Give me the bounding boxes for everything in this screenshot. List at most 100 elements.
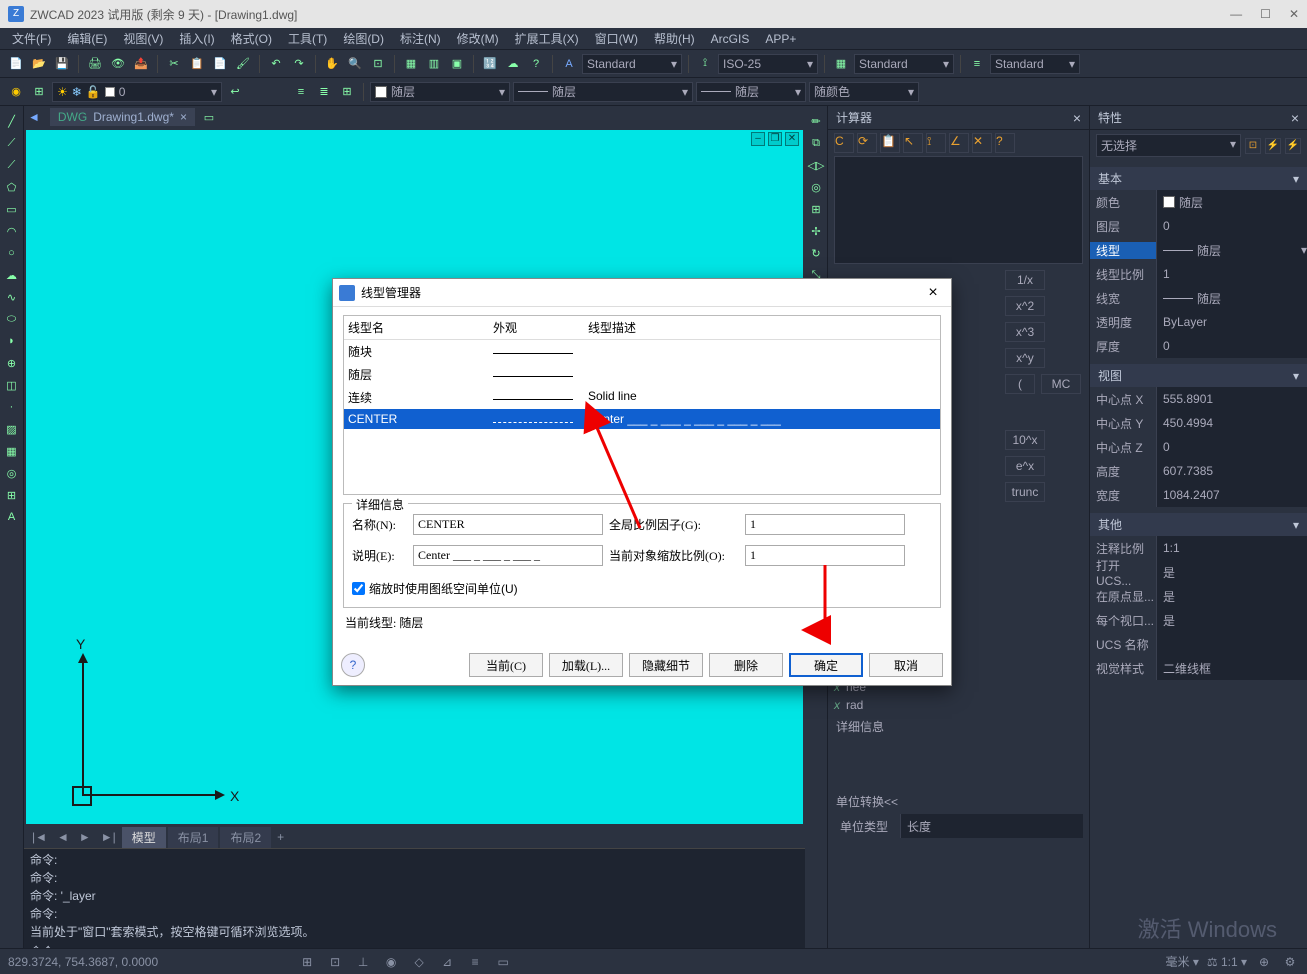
cut-icon[interactable]: ✂ (164, 54, 184, 74)
menu-app[interactable]: APP+ (765, 32, 796, 46)
doc-close-icon[interactable]: ✕ (785, 132, 799, 146)
tool-icon[interactable]: ▣ (447, 54, 467, 74)
calc-key-inv[interactable]: 1/x (1005, 270, 1045, 290)
unit-conv-header[interactable]: 单位转换<< (828, 789, 1089, 814)
delete-button[interactable]: 删除 (709, 653, 783, 677)
align3-icon[interactable]: ⊞ (337, 82, 357, 102)
color-select[interactable]: 随层▾ (370, 82, 510, 102)
minimize-button[interactable]: — (1230, 7, 1242, 21)
polygon-icon[interactable]: ⬠ (2, 177, 22, 197)
layer-select[interactable]: ☀❄🔓 0▾ (52, 82, 222, 102)
design-icon[interactable]: ▥ (424, 54, 444, 74)
calc-clear-icon[interactable]: C (834, 133, 854, 153)
dimstyle-icon[interactable]: ⟟ (695, 54, 715, 74)
menu-help[interactable]: 帮助(H) (654, 30, 695, 47)
linetype-list[interactable]: 线型名 外观 线型描述 随块 随层 连续Solid line CENTERCen… (343, 315, 941, 495)
calc-angle-icon[interactable]: ∠ (949, 133, 969, 153)
tablestyle-icon[interactable]: ▦ (831, 54, 851, 74)
menu-tools[interactable]: 工具(T) (288, 30, 327, 47)
polar-icon[interactable]: ◉ (382, 953, 400, 971)
spline-icon[interactable]: ∿ (2, 287, 22, 307)
grid-icon[interactable]: ⊞ (298, 953, 316, 971)
linetype-select[interactable]: 随层▾ (513, 82, 693, 102)
revcloud-icon[interactable]: ☁ (2, 265, 22, 285)
name-input[interactable] (413, 514, 603, 535)
pan-icon[interactable]: ✋ (322, 54, 342, 74)
paste-icon[interactable]: 📄 (210, 54, 230, 74)
scale-label[interactable]: ⚖ 1:1 ▾ (1207, 955, 1247, 969)
calc-key-mc[interactable]: MC (1041, 374, 1081, 394)
open-icon[interactable]: 📂 (29, 54, 49, 74)
ok-button[interactable]: 确定 (789, 653, 863, 677)
doc-tab-close[interactable]: × (180, 110, 187, 124)
calc-key-paren[interactable]: ( (1005, 374, 1035, 394)
layer-state-icon[interactable]: ⊞ (29, 82, 49, 102)
list-row[interactable]: 随块 (344, 340, 940, 363)
insert-icon[interactable]: ⊕ (2, 353, 22, 373)
vtab-prev-icon[interactable]: ◄ (53, 830, 73, 844)
textstyle-icon[interactable]: A (559, 54, 579, 74)
circle-icon[interactable]: ○ (2, 243, 22, 263)
current-button[interactable]: 当前(C) (469, 653, 543, 677)
align2-icon[interactable]: ≣ (314, 82, 334, 102)
redo-icon[interactable]: ↷ (289, 54, 309, 74)
tab-layout1[interactable]: 布局1 (168, 827, 219, 848)
calc-key-pow[interactable]: x^y (1005, 348, 1045, 368)
block-icon[interactable]: ◫ (2, 375, 22, 395)
dialog-close-icon[interactable]: × (921, 284, 945, 302)
calc-hist-icon[interactable]: ⟳ (857, 133, 877, 153)
menu-draw[interactable]: 绘图(D) (343, 30, 384, 47)
calc-dist-icon[interactable]: ⟟ (926, 133, 946, 153)
mlstyle-select[interactable]: Standard▾ (990, 54, 1080, 74)
doc-restore-icon[interactable]: ❐ (768, 132, 782, 146)
ellipse-icon[interactable]: ⬭ (2, 309, 22, 329)
offset-icon[interactable]: ◎ (806, 177, 826, 197)
osnap-icon[interactable]: ◇ (410, 953, 428, 971)
menu-file[interactable]: 文件(F) (12, 30, 51, 47)
props-pick-icon[interactable]: ⊡ (1245, 138, 1261, 154)
zoom-ext-icon[interactable]: ⊡ (368, 54, 388, 74)
vtab-last-icon[interactable]: ►| (97, 830, 120, 844)
props-select[interactable]: 无选择▾ (1096, 134, 1241, 157)
command-area[interactable]: 命令: 命令: 命令: '_layer 命令: 当前处于"窗口"套索模式，按空格… (24, 848, 805, 956)
move-icon[interactable]: ✢ (806, 221, 826, 241)
rotate-icon[interactable]: ↻ (806, 243, 826, 263)
help-button[interactable]: ? (341, 653, 365, 677)
oscale-input[interactable] (745, 545, 905, 566)
calc-key-trunc[interactable]: trunc (1005, 482, 1045, 502)
menu-insert[interactable]: 插入(I) (179, 30, 214, 47)
print-icon[interactable]: 🖨 (85, 54, 105, 74)
xline-icon[interactable]: ⟋ (2, 133, 22, 153)
copy-obj-icon[interactable]: ⧉ (806, 133, 826, 153)
ann-icon[interactable]: ⊕ (1255, 953, 1273, 971)
erase-icon[interactable]: ✏ (806, 111, 826, 131)
calc-key-cb[interactable]: x^3 (1005, 322, 1045, 342)
otrack-icon[interactable]: ⊿ (438, 953, 456, 971)
props-flash-icon[interactable]: ⚡ (1285, 138, 1301, 154)
table-icon[interactable]: ⊞ (2, 485, 22, 505)
load-button[interactable]: 加载(L)... (549, 653, 623, 677)
copy-icon[interactable]: 📋 (187, 54, 207, 74)
undo-icon[interactable]: ↶ (266, 54, 286, 74)
paperspace-checkbox[interactable] (352, 582, 365, 595)
match-icon[interactable]: 🖌 (233, 54, 253, 74)
list-row[interactable]: 随层 (344, 363, 940, 386)
calc-display[interactable] (834, 156, 1083, 264)
hide-detail-button[interactable]: 隐藏细节 (629, 653, 703, 677)
textstyle-select[interactable]: Standard▾ (582, 54, 682, 74)
units-label[interactable]: 毫米 ▾ (1165, 953, 1198, 970)
region-icon[interactable]: ◎ (2, 463, 22, 483)
props-close-icon[interactable]: × (1291, 110, 1299, 126)
ortho-icon[interactable]: ⊥ (354, 953, 372, 971)
menu-dim[interactable]: 标注(N) (400, 30, 441, 47)
preview-icon[interactable]: 👁 (108, 54, 128, 74)
list-row-selected[interactable]: CENTERCenter ___ _ ___ _ ___ _ ___ _ ___ (344, 409, 940, 429)
cloud-icon[interactable]: ☁ (503, 54, 523, 74)
save-icon[interactable]: 💾 (52, 54, 72, 74)
menu-modify[interactable]: 修改(M) (457, 30, 499, 47)
lwt-icon[interactable]: ≡ (466, 953, 484, 971)
maximize-button[interactable]: ☐ (1260, 7, 1271, 21)
menu-edit[interactable]: 编辑(E) (67, 30, 107, 47)
vtab-next-icon[interactable]: ► (75, 830, 95, 844)
dimstyle-select[interactable]: ISO-25▾ (718, 54, 818, 74)
